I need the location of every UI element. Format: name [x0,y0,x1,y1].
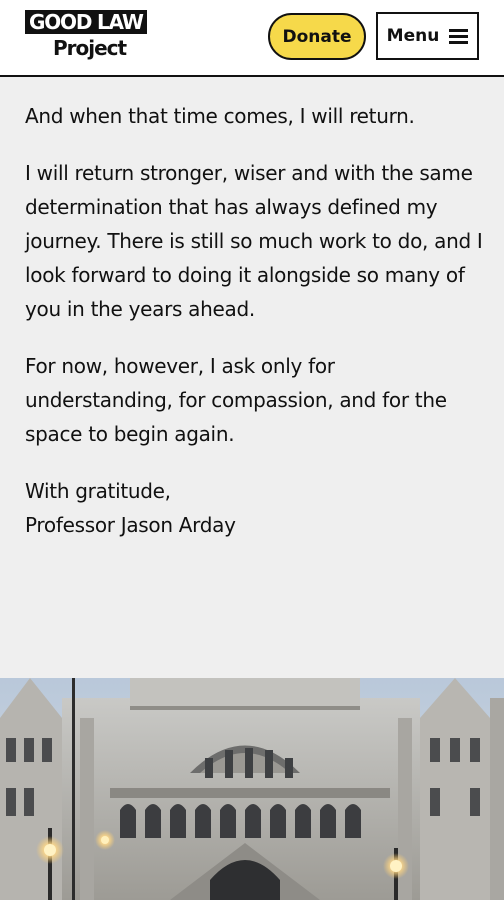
logo-line-2: Project [53,36,127,60]
article-body: And when that time comes, I will return.… [25,99,485,542]
donate-button[interactable]: Donate [268,13,366,60]
paragraph: For now, however, I ask only for underst… [25,354,447,446]
hero-image-royal-courts [0,678,504,900]
menu-button[interactable]: Menu [376,12,479,60]
paragraph: I will return stronger, wiser and with t… [25,161,483,321]
logo-line-1: GOOD LAW [25,10,147,34]
site-header: GOOD LAW Project Donate Menu [0,0,504,77]
building-illustration [0,678,504,900]
signoff: With gratitude, Professor Jason Arday [25,474,485,542]
good-law-project-logo[interactable]: GOOD LAW Project [25,10,167,62]
menu-label: Menu [386,26,440,46]
paragraph: And when that time comes, I will return. [25,104,415,128]
signoff-name: Professor Jason Arday [25,513,236,537]
hamburger-menu-icon [449,29,469,44]
signoff-closing: With gratitude, [25,479,171,503]
